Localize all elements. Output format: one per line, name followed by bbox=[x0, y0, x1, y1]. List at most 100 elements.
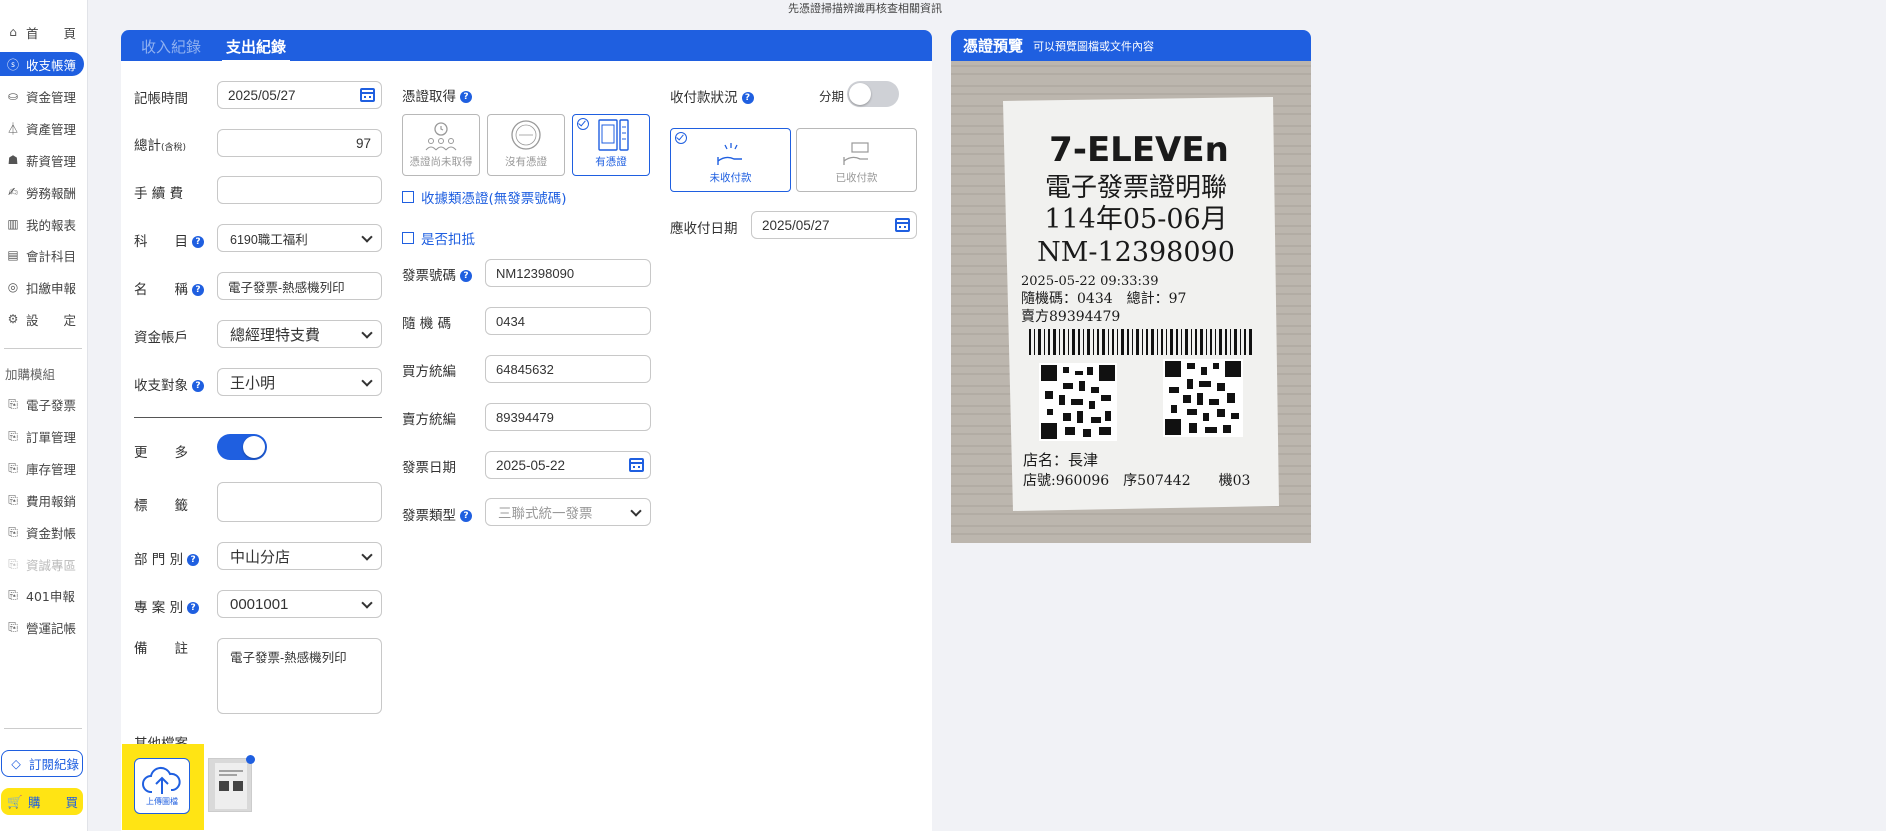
sidebar-item-report[interactable]: ▥ 我的報表 bbox=[0, 212, 84, 236]
payment-option-paid[interactable]: 已收付款 bbox=[796, 128, 917, 192]
calendar-icon[interactable] bbox=[360, 88, 375, 102]
subscription-button[interactable]: ◇ 訂閱紀錄 bbox=[1, 750, 83, 777]
help-icon[interactable]: ? bbox=[192, 236, 204, 248]
buyer-id-field[interactable]: 64845632 bbox=[485, 355, 651, 383]
sidebar-item-label: 營運記帳 bbox=[26, 620, 77, 636]
chevron-down-icon bbox=[361, 375, 373, 387]
module-icon: ⎘ bbox=[8, 619, 18, 634]
payment-option-label: 已收付款 bbox=[835, 172, 878, 184]
module-icon: ⎘ bbox=[8, 556, 18, 571]
sidebar-item-reconciliation[interactable]: ⎘ 資金對帳 bbox=[0, 520, 84, 544]
payment-option-unpaid[interactable]: 未收付款 bbox=[670, 128, 791, 192]
project-label-text: 專 案 別 bbox=[134, 600, 184, 616]
department-select[interactable]: 中山分店 bbox=[217, 542, 382, 570]
receipt-line6: 賣方89394479 bbox=[1021, 309, 1120, 325]
sidebar-item-expense-claim[interactable]: ⎘ 費用報銷 bbox=[0, 488, 84, 512]
check-circle-icon bbox=[577, 118, 589, 130]
sidebar-item-orders[interactable]: ⎘ 訂單管理 bbox=[0, 424, 84, 448]
sidebar-item-e-invoice[interactable]: ⎘ 電子發票 bbox=[0, 392, 84, 416]
random-code-field[interactable]: 0434 bbox=[485, 307, 651, 335]
tab-expense[interactable]: 支出紀錄 bbox=[221, 36, 291, 63]
attachment-thumbnail[interactable] bbox=[208, 758, 252, 812]
payment-status-label-text: 收付款狀況 bbox=[670, 90, 738, 106]
voucher-label-text: 憑證取得 bbox=[402, 89, 456, 105]
withholding-icon: ◎ bbox=[7, 280, 19, 294]
voucher-option-none[interactable]: 沒有憑證 bbox=[487, 114, 565, 176]
installment-toggle[interactable] bbox=[847, 81, 899, 107]
receipt-brand: 7-ELEVEn bbox=[1049, 130, 1229, 170]
help-icon[interactable]: ? bbox=[460, 510, 472, 522]
no-voucher-stamp-icon bbox=[511, 120, 541, 150]
more-toggle[interactable] bbox=[217, 434, 267, 460]
voucher-option-has[interactable]: 有憑證 bbox=[572, 114, 650, 176]
help-icon[interactable]: ? bbox=[741, 92, 754, 104]
sidebar-item-401-filing[interactable]: ⎘ 401申報 bbox=[0, 583, 84, 607]
deduct-checkbox[interactable]: 是否扣抵 bbox=[402, 228, 475, 248]
project-select[interactable]: 0001001 bbox=[217, 590, 382, 618]
due-date-field[interactable]: 2025/05/27 bbox=[751, 211, 917, 239]
sidebar-item-payroll[interactable]: ☗ 薪資管理 bbox=[0, 148, 84, 172]
form-divider bbox=[134, 417, 382, 418]
chevron-down-icon bbox=[361, 549, 373, 561]
sidebar-item-withholding[interactable]: ◎ 扣繳申報 bbox=[0, 275, 84, 299]
help-icon[interactable]: ? bbox=[460, 91, 472, 103]
subject-select[interactable]: 6190職工福利 bbox=[217, 224, 382, 252]
sidebar-item-service-fee[interactable]: ✍ 勞務報酬 bbox=[0, 180, 84, 204]
calendar-icon[interactable] bbox=[629, 458, 644, 472]
voucher-option-pending[interactable]: 憑證尚未取得 bbox=[402, 114, 480, 176]
fund-account-select[interactable]: 總經理特支費 bbox=[217, 320, 382, 348]
receipt-line5: 隨機碼：0434 總計：97 bbox=[1021, 290, 1186, 307]
sidebar-item-inventory[interactable]: ⎘ 庫存管理 bbox=[0, 456, 84, 480]
sidebar-divider bbox=[4, 348, 82, 349]
module-icon: ⎘ bbox=[8, 460, 18, 475]
preview-title: 憑證預覽 bbox=[963, 37, 1024, 55]
fee-field[interactable] bbox=[217, 176, 382, 204]
sidebar-item-label: 設 定 bbox=[26, 312, 77, 328]
total-tax-note: (含稅) bbox=[161, 143, 187, 153]
sidebar-item-ledger-book[interactable]: ⓢ 收支帳簿 bbox=[0, 52, 84, 76]
due-date-label: 應收付日期 bbox=[670, 221, 738, 237]
note-label: 備 註 bbox=[134, 641, 188, 657]
record-time-field[interactable]: 2025/05/27 bbox=[217, 81, 382, 109]
sidebar-item-operations[interactable]: ⎘ 營運記帳 bbox=[0, 615, 84, 639]
tab-income[interactable]: 收入紀錄 bbox=[141, 36, 201, 57]
name-label-text: 名 稱 bbox=[134, 282, 188, 298]
payment-status-label: 收付款狀況? bbox=[670, 86, 754, 106]
total-field[interactable]: 97 bbox=[217, 129, 382, 157]
sidebar-item-accounts[interactable]: ▤ 會計科目 bbox=[0, 243, 84, 267]
record-time-value: 2025/05/27 bbox=[228, 87, 296, 103]
toggle-knob bbox=[849, 83, 871, 105]
purchase-label: 購 買 bbox=[28, 795, 79, 810]
upload-image-button[interactable]: 上傳圖檔 bbox=[134, 758, 190, 814]
sidebar-item-label: 訂單管理 bbox=[26, 429, 77, 445]
help-icon[interactable]: ? bbox=[187, 554, 200, 566]
purchase-button[interactable]: 🛒 購 買 bbox=[1, 788, 83, 815]
project-value: 0001001 bbox=[230, 595, 289, 613]
help-icon[interactable]: ? bbox=[187, 602, 200, 614]
receipt-thumbnail-image bbox=[215, 763, 247, 809]
counterparty-select[interactable]: 王小明 bbox=[217, 368, 382, 396]
calendar-icon[interactable] bbox=[895, 218, 910, 232]
tags-field[interactable] bbox=[217, 482, 382, 522]
seller-id-field[interactable]: 89394479 bbox=[485, 403, 651, 431]
remove-attachment-icon[interactable] bbox=[246, 755, 255, 764]
name-field[interactable]: 電子發票-熱感機列印 bbox=[217, 272, 382, 300]
note-textarea[interactable]: 電子發票-熱感機列印 bbox=[217, 638, 382, 714]
sidebar-item-settings[interactable]: ⚙ 設 定 bbox=[0, 307, 84, 331]
sidebar-item-asset[interactable]: ⏃ 資產管理 bbox=[0, 116, 84, 140]
receipt-voucher-checkbox[interactable]: 收據類憑證(無發票號碼) bbox=[402, 187, 567, 207]
help-icon[interactable]: ? bbox=[460, 270, 472, 282]
department-label-text: 部 門 別 bbox=[134, 552, 184, 568]
help-icon[interactable]: ? bbox=[192, 284, 204, 296]
invoice-date-field[interactable]: 2025-05-22 bbox=[485, 451, 651, 479]
sidebar-item-home[interactable]: ⌂ 首 頁 bbox=[0, 20, 84, 44]
chevron-down-icon bbox=[361, 597, 373, 609]
help-icon[interactable]: ? bbox=[192, 380, 204, 392]
ledger-icon: ▤ bbox=[7, 248, 19, 262]
sidebar-item-fund[interactable]: ⛀ 資金管理 bbox=[0, 84, 84, 108]
invoice-type-select[interactable]: 三聯式統一發票 bbox=[485, 498, 651, 526]
invoice-no-field[interactable]: NM12398090 bbox=[485, 259, 651, 287]
cloud-upload-icon bbox=[142, 766, 181, 794]
qr-code-left bbox=[1039, 363, 1117, 441]
module-icon: ⎘ bbox=[8, 396, 18, 411]
